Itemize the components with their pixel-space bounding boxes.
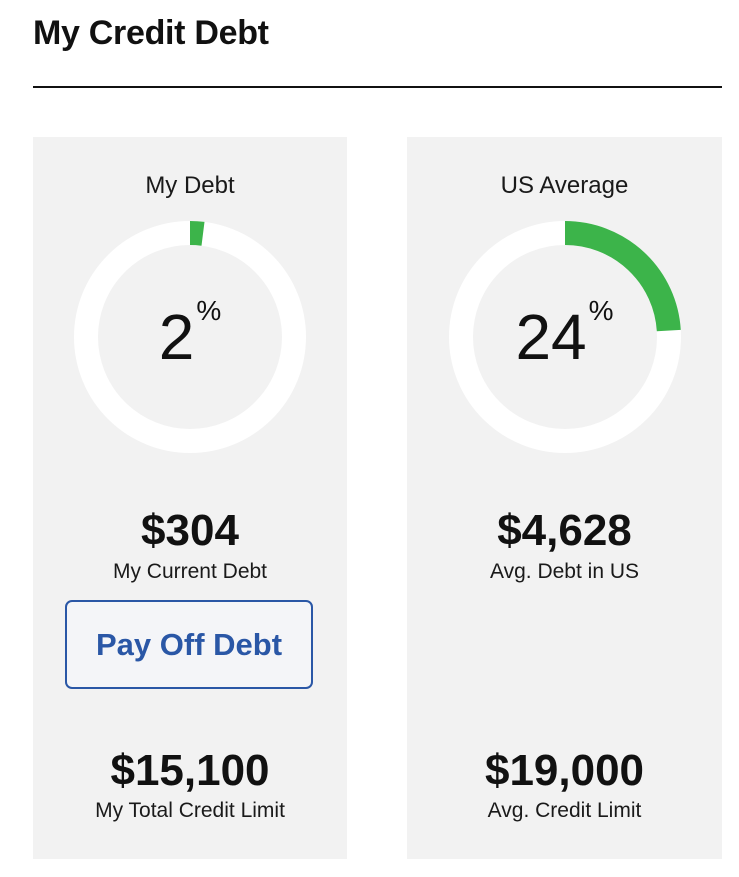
percent-sign: % bbox=[196, 295, 222, 326]
avg-credit-limit-value: $19,000 bbox=[484, 746, 645, 795]
my-current-debt-value: $304 bbox=[141, 506, 239, 555]
avg-credit-limit-label: Avg. Credit Limit bbox=[487, 799, 642, 822]
my-debt-card: My Debt 2% $304 My Current Debt Pay Off … bbox=[33, 137, 347, 859]
my-current-debt-label: My Current Debt bbox=[112, 560, 268, 583]
us-average-heading: US Average bbox=[500, 172, 629, 199]
my-credit-limit-label: My Total Credit Limit bbox=[95, 799, 285, 822]
avg-debt-value: $4,628 bbox=[497, 506, 632, 555]
us-average-percent: 24% bbox=[515, 295, 614, 373]
my-debt-ring: 2% bbox=[74, 221, 306, 453]
us-average-ring: 24% bbox=[448, 221, 681, 453]
my-debt-heading: My Debt bbox=[145, 172, 235, 199]
avg-debt-label: Avg. Debt in US bbox=[489, 560, 640, 583]
page-title: My Credit Debt bbox=[33, 14, 269, 52]
title-divider bbox=[33, 86, 722, 88]
pay-off-debt-button[interactable]: Pay Off Debt bbox=[65, 600, 313, 689]
my-debt-percent: 2% bbox=[158, 295, 222, 373]
percent-sign: % bbox=[588, 295, 614, 326]
us-average-card: US Average 24% $4,628 Avg. Debt in US $1… bbox=[407, 137, 722, 859]
my-credit-limit-value: $15,100 bbox=[110, 746, 270, 795]
